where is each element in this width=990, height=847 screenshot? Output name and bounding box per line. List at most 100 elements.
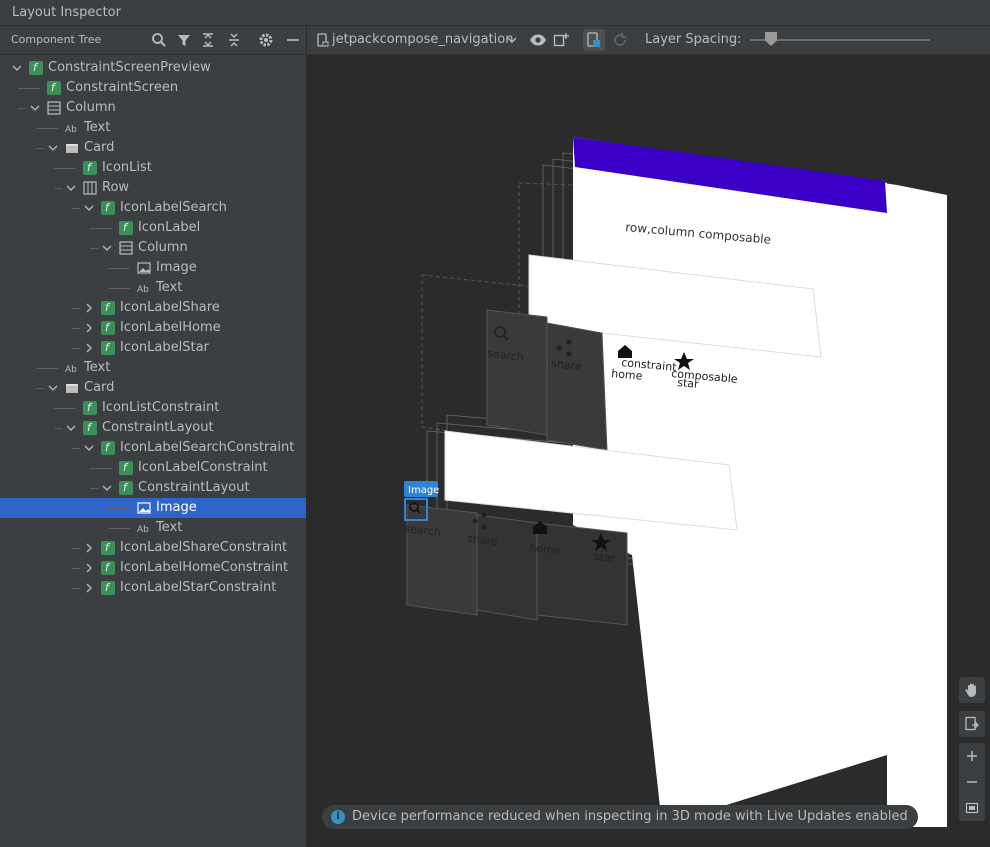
chevron-down-icon[interactable] <box>12 63 22 73</box>
component-tree-title: Component Tree <box>11 33 102 46</box>
tree-guide-line <box>90 468 112 469</box>
composable-icon <box>119 458 133 478</box>
device-icon[interactable] <box>317 33 329 47</box>
tree-guide-line <box>54 428 62 429</box>
tree-guide-line <box>90 248 98 249</box>
tree-row-label: Column <box>138 240 188 255</box>
process-selector[interactable]: jetpackcompose_navigation <box>332 32 513 47</box>
tree-row-column[interactable]: Column <box>0 238 306 258</box>
tree-row-text[interactable]: Ab Text <box>0 278 306 298</box>
composable-icon <box>101 298 115 318</box>
tree-row-text[interactable]: Ab Text <box>0 358 306 378</box>
tree-row-text[interactable]: Ab Text <box>0 118 306 138</box>
search-icon[interactable] <box>151 32 167 48</box>
tree-row-label: IconLabelStarConstraint <box>120 580 277 595</box>
chevron-down-icon[interactable] <box>48 143 58 153</box>
svg-text:Ab: Ab <box>65 125 77 135</box>
zoom-out-button[interactable] <box>959 769 985 795</box>
tree-row-icon-label-star-constraint[interactable]: IconLabelStarConstraint <box>0 578 306 598</box>
collapse-all-icon[interactable] <box>226 32 242 48</box>
tree-guide-line <box>36 368 58 369</box>
tree-row-icon-list-constraint[interactable]: IconListConstraint <box>0 398 306 418</box>
device-3d-view[interactable]: row,column composable search share const… <box>307 55 990 847</box>
tree-guide-line <box>90 228 112 229</box>
tree-row-label: Text <box>156 280 183 295</box>
tree-row-icon-label-share-constraint[interactable]: IconLabelShareConstraint <box>0 538 306 558</box>
tree-row-column[interactable]: Column <box>0 98 306 118</box>
chevron-down-icon[interactable] <box>102 483 112 493</box>
live-updates-icon <box>587 32 600 47</box>
tree-row-label: Card <box>84 140 115 155</box>
zoom-in-button[interactable] <box>959 743 985 769</box>
chevron-right-icon[interactable] <box>84 323 94 333</box>
chevron-down-icon[interactable] <box>84 203 94 213</box>
tree-row-image[interactable]: Image <box>0 258 306 278</box>
tree-guide-line <box>72 328 80 329</box>
icon-layer <box>476 514 538 621</box>
composable-icon <box>83 418 97 438</box>
tree-row-card[interactable]: Card <box>0 138 306 158</box>
tree-row-card[interactable]: Card <box>0 378 306 398</box>
chevron-right-icon[interactable] <box>84 343 94 353</box>
icon-label-home: home <box>611 367 643 383</box>
tree-row-icon-label-share[interactable]: IconLabelShare <box>0 298 306 318</box>
layer-preview[interactable]: row,column composable search share const… <box>307 55 990 847</box>
chevron-right-icon[interactable] <box>84 583 94 593</box>
reset-view-button[interactable] <box>959 711 985 737</box>
chevron-down-icon[interactable] <box>84 443 94 453</box>
tree-row-constraint-layout[interactable]: ConstraintLayout <box>0 478 306 498</box>
chevron-right-icon[interactable] <box>84 543 94 553</box>
eye-icon[interactable] <box>529 32 547 48</box>
chevron-down-icon[interactable] <box>30 103 40 113</box>
tree-guide-line <box>18 108 26 109</box>
tree-guide-line <box>72 548 80 549</box>
tree-guide-line <box>72 308 80 309</box>
tree-row-icon-label-constraint[interactable]: IconLabelConstraint <box>0 458 306 478</box>
tree-row-icon-label-home[interactable]: IconLabelHome <box>0 318 306 338</box>
tree-row-constraint-layout[interactable]: ConstraintLayout <box>0 418 306 438</box>
tree-row-label: IconLabel <box>138 220 201 235</box>
filter-icon[interactable] <box>176 32 192 48</box>
gear-icon[interactable] <box>258 32 274 48</box>
chevron-down-icon[interactable] <box>48 383 58 393</box>
expand-all-icon[interactable] <box>200 32 216 48</box>
live-updates-toggle[interactable] <box>583 29 605 51</box>
layer-spacing-slider[interactable] <box>750 39 930 41</box>
refresh-icon[interactable] <box>612 32 628 48</box>
chevron-down-icon[interactable] <box>507 36 517 44</box>
minimize-icon[interactable] <box>285 32 301 48</box>
tree-guide-line <box>18 88 40 89</box>
card-icon <box>66 144 78 153</box>
layer-spacing-slider-thumb[interactable] <box>765 32 777 46</box>
composable-icon <box>47 78 61 98</box>
icon-label-star-constraint: star <box>594 550 617 565</box>
chevron-down-icon[interactable] <box>66 423 76 433</box>
tree-row-row[interactable]: Row <box>0 178 306 198</box>
text-icon: Ab <box>137 285 149 295</box>
composable-icon <box>101 558 115 578</box>
pan-button[interactable] <box>959 677 985 703</box>
tree-row-icon-label-search[interactable]: IconLabelSearch <box>0 198 306 218</box>
chevron-right-icon[interactable] <box>84 303 94 313</box>
inspector-toolbar: jetpackcompose_navigation Layer Spacing: <box>307 26 990 55</box>
tree-row-image[interactable]: Image <box>0 498 306 518</box>
svg-text:Ab: Ab <box>137 285 149 295</box>
tree-row-icon-label[interactable]: IconLabel <box>0 218 306 238</box>
tree-row-icon-list[interactable]: IconList <box>0 158 306 178</box>
tree-row-icon-label-star[interactable]: IconLabelStar <box>0 338 306 358</box>
tree-row-constraint-screen[interactable]: ConstraintScreen <box>0 78 306 98</box>
icon-layer <box>406 504 478 616</box>
tree-row-text[interactable]: Ab Text <box>0 518 306 538</box>
composable-icon <box>101 438 115 458</box>
tree-row-label: Text <box>84 120 111 135</box>
reset-view-icon <box>965 716 979 731</box>
chevron-down-icon[interactable] <box>66 183 76 193</box>
tree-row-constraint-screen-preview[interactable]: ConstraintScreenPreview <box>0 58 306 78</box>
tree-row-icon-label-search-constraint[interactable]: IconLabelSearchConstraint <box>0 438 306 458</box>
tree-guide-line <box>108 268 130 269</box>
chevron-right-icon[interactable] <box>84 563 94 573</box>
chevron-down-icon[interactable] <box>102 243 112 253</box>
fit-screen-button[interactable] <box>959 795 985 821</box>
tree-row-icon-label-home-constraint[interactable]: IconLabelHomeConstraint <box>0 558 306 578</box>
snapshot-icon[interactable] <box>553 32 569 48</box>
